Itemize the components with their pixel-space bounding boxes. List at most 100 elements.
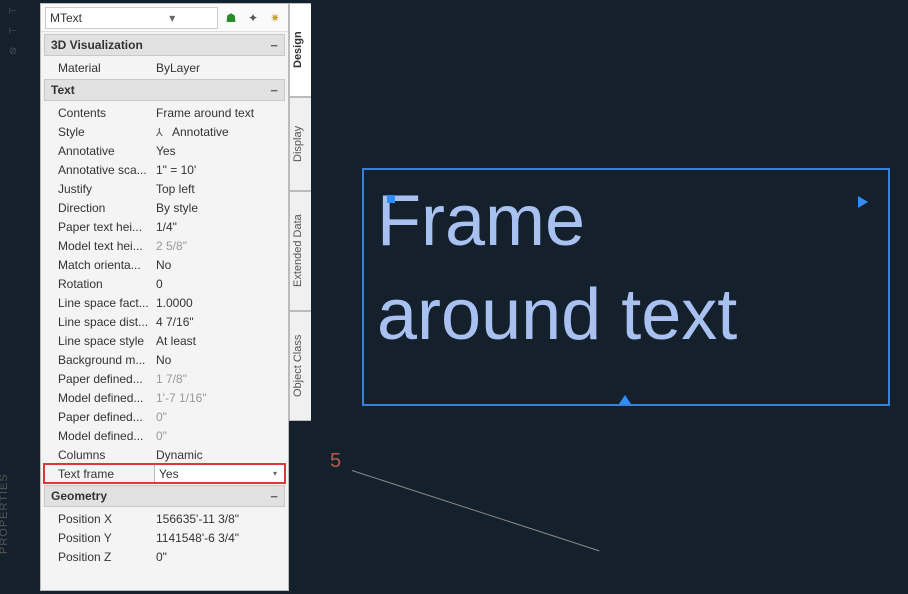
collapse-icon: − <box>270 83 278 98</box>
annotative-icon: ⅄ <box>156 126 170 139</box>
chevron-down-icon: ▾ <box>132 11 214 25</box>
prop-value: Frame around text <box>154 106 285 120</box>
section-label: Text <box>51 83 75 97</box>
section-3d-visualization[interactable]: 3D Visualization − <box>44 34 285 56</box>
side-tabs: Design Display Extended Data Object Clas… <box>289 3 311 421</box>
section-geometry[interactable]: Geometry − <box>44 485 285 507</box>
row-background-mask[interactable]: Background m... No <box>44 350 285 369</box>
prop-label: Match orienta... <box>58 258 154 272</box>
row-match-orientation[interactable]: Match orienta... No <box>44 255 285 274</box>
pin-icon[interactable]: ⊢ <box>4 2 22 20</box>
prop-label: Annotative sca... <box>58 163 154 177</box>
prop-label: Model defined... <box>58 391 154 405</box>
prop-value: 156635'-11 3/8" <box>154 512 285 526</box>
pick-point-icon[interactable]: ✦ <box>244 9 262 27</box>
chevron-down-icon: ▾ <box>270 469 280 478</box>
row-line-space-style[interactable]: Line space style At least <box>44 331 285 350</box>
row-model-text-height[interactable]: Model text hei... 2 5/8" <box>44 236 285 255</box>
arrow-icon[interactable]: ⊢ <box>4 22 22 40</box>
section-text[interactable]: Text − <box>44 79 285 101</box>
prop-label: Contents <box>58 106 154 120</box>
prop-value: Yes <box>159 467 179 481</box>
prop-value: 1/4" <box>154 220 285 234</box>
tab-object-class[interactable]: Object Class <box>289 311 311 421</box>
prop-label: Rotation <box>58 277 154 291</box>
panel-title-vertical: PROPERTIES <box>0 473 10 554</box>
mtext-content[interactable]: Frame around text <box>377 175 737 362</box>
prop-value: 1" = 10' <box>154 163 285 177</box>
row-position-x[interactable]: Position X 156635'-11 3/8" <box>44 509 285 528</box>
prop-label: Position Z <box>58 550 154 564</box>
row-paper-defined-height[interactable]: Paper defined... 0" <box>44 407 285 426</box>
row-direction[interactable]: Direction By style <box>44 198 285 217</box>
toggle-pim-icon[interactable]: ✷ <box>266 9 284 27</box>
collapse-icon: − <box>270 489 278 504</box>
prop-label: Paper text hei... <box>58 220 154 234</box>
row-justify[interactable]: Justify Top left <box>44 179 285 198</box>
prop-label: Line space style <box>58 334 154 348</box>
panel-body: 3D Visualization − Material ByLayer Text… <box>41 32 288 590</box>
close-icon[interactable]: ⊘ <box>4 42 22 60</box>
prop-value: 1141548'-6 3/4" <box>154 531 285 545</box>
quick-select-icon[interactable]: ☗ <box>222 9 240 27</box>
row-model-defined-width[interactable]: Model defined... 1'-7 1/16" <box>44 388 285 407</box>
tab-display[interactable]: Display <box>289 97 311 191</box>
collapse-icon: − <box>270 38 278 53</box>
panel-header: MText ▾ ☗ ✦ ✷ <box>41 4 288 32</box>
prop-label: Line space fact... <box>58 296 154 310</box>
drawing-canvas[interactable]: Frame around text 5 <box>312 0 908 594</box>
row-position-z[interactable]: Position Z 0" <box>44 547 285 566</box>
row-model-defined-height[interactable]: Model defined... 0" <box>44 426 285 445</box>
text-frame-dropdown[interactable]: Yes ▾ <box>154 464 285 483</box>
grip-top-left[interactable] <box>387 195 395 203</box>
prop-label: Material <box>58 61 154 75</box>
row-style[interactable]: Style ⅄Annotative <box>44 122 285 141</box>
prop-value: At least <box>154 334 285 348</box>
prop-label: Annotative <box>58 144 154 158</box>
prop-label: Justify <box>58 182 154 196</box>
prop-label: Position X <box>58 512 154 526</box>
prop-value: No <box>154 353 285 367</box>
row-columns[interactable]: Columns Dynamic <box>44 445 285 464</box>
grip-arrow-right[interactable] <box>858 196 868 208</box>
prop-value: 0" <box>154 429 285 443</box>
grip-bottom-center[interactable] <box>619 395 631 404</box>
prop-value: Dynamic <box>154 448 285 462</box>
prop-value: 0" <box>154 410 285 424</box>
leader-line <box>352 470 600 551</box>
prop-value: ByLayer <box>154 61 285 75</box>
row-paper-text-height[interactable]: Paper text hei... 1/4" <box>44 217 285 236</box>
prop-label: Columns <box>58 448 154 462</box>
prop-value: Yes <box>154 144 285 158</box>
prop-label: Text frame <box>58 467 154 481</box>
prop-value: 1'-7 1/16" <box>154 391 285 405</box>
prop-value: 0 <box>154 277 285 291</box>
tab-extended-data[interactable]: Extended Data <box>289 191 311 311</box>
prop-value: Top left <box>154 182 285 196</box>
object-type-selector[interactable]: MText ▾ <box>45 7 218 29</box>
prop-value: ⅄Annotative <box>154 125 285 139</box>
row-annotative[interactable]: Annotative Yes <box>44 141 285 160</box>
row-annotative-scale[interactable]: Annotative sca... 1" = 10' <box>44 160 285 179</box>
row-line-space-factor[interactable]: Line space fact... 1.0000 <box>44 293 285 312</box>
row-line-space-distance[interactable]: Line space dist... 4 7/16" <box>44 312 285 331</box>
row-rotation[interactable]: Rotation 0 <box>44 274 285 293</box>
tab-design[interactable]: Design <box>289 3 311 97</box>
prop-label: Paper defined... <box>58 410 154 424</box>
row-position-y[interactable]: Position Y 1141548'-6 3/4" <box>44 528 285 547</box>
section-label: Geometry <box>51 489 107 503</box>
prop-label: Position Y <box>58 531 154 545</box>
prop-value: 1.0000 <box>154 296 285 310</box>
prop-label: Model text hei... <box>58 239 154 253</box>
prop-value: By style <box>154 201 285 215</box>
prop-value: 1 7/8" <box>154 372 285 386</box>
object-type-value: MText <box>50 11 132 25</box>
prop-label: Model defined... <box>58 429 154 443</box>
row-material[interactable]: Material ByLayer <box>44 58 285 77</box>
row-contents[interactable]: Contents Frame around text <box>44 103 285 122</box>
prop-value: 0" <box>154 550 285 564</box>
prop-label: Style <box>58 125 154 139</box>
row-paper-defined-width[interactable]: Paper defined... 1 7/8" <box>44 369 285 388</box>
dimension-number: 5 <box>330 450 341 473</box>
row-text-frame[interactable]: Text frame Yes ▾ <box>44 464 285 483</box>
